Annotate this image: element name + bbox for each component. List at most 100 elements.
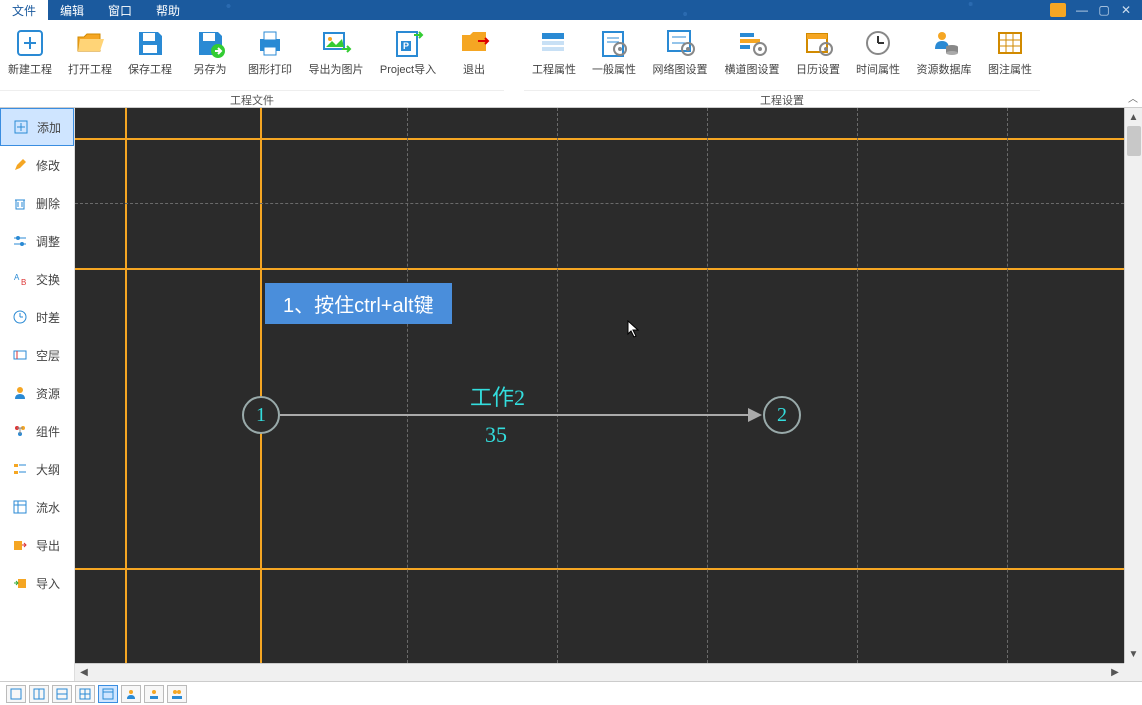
- side-modify-button[interactable]: 修改: [0, 146, 74, 184]
- side-flow-button[interactable]: 流水: [0, 488, 74, 526]
- view4-button[interactable]: [75, 685, 95, 703]
- network-settings-icon: [663, 26, 697, 60]
- canvas-wrap: 1 2 工作2 35 1、按住ctrl+alt键 ▲ ▼ ◀ ▶: [75, 108, 1142, 681]
- ribbon-group-label-settings: 工程设置: [524, 90, 1040, 109]
- clock-icon: [861, 26, 895, 60]
- node-1[interactable]: 1: [242, 396, 280, 434]
- view-resource2-button[interactable]: [144, 685, 164, 703]
- project-import-icon: P: [391, 26, 425, 60]
- side-toolbar: 添加 修改 删除 调整 AB交换 时差 空层 资源 组件 大纲 流水 导出 导入: [0, 108, 75, 681]
- export-image-icon: [319, 26, 353, 60]
- menu-tab-file[interactable]: 文件: [0, 0, 48, 21]
- save-as-icon: [193, 26, 227, 60]
- resource-db-button[interactable]: 资源数据库: [908, 20, 980, 90]
- person-icon: [12, 385, 28, 401]
- view2-button[interactable]: [29, 685, 49, 703]
- export-icon: [12, 537, 28, 553]
- gantt-settings-button[interactable]: 横道图设置: [716, 20, 788, 90]
- svg-text:B: B: [21, 278, 26, 286]
- side-add-button[interactable]: 添加: [0, 108, 74, 146]
- side-resource-button[interactable]: 资源: [0, 374, 74, 412]
- swap-icon: AB: [12, 271, 28, 287]
- scroll-up-icon[interactable]: ▲: [1125, 108, 1142, 126]
- save-project-button[interactable]: 保存工程: [120, 20, 180, 90]
- save-as-button[interactable]: 另存为: [180, 20, 240, 90]
- task-value-label: 35: [485, 422, 507, 448]
- side-import-button[interactable]: 导入: [0, 564, 74, 602]
- menu-bar: 文件 编辑 窗口 帮助 — ▢ ✕: [0, 0, 1142, 20]
- instruction-tooltip: 1、按住ctrl+alt键: [265, 283, 452, 324]
- component-icon: [12, 423, 28, 439]
- side-blank-button[interactable]: 空层: [0, 336, 74, 374]
- scroll-down-icon[interactable]: ▼: [1125, 645, 1142, 663]
- project-props-icon: [537, 26, 571, 60]
- view-resource3-button[interactable]: [167, 685, 187, 703]
- gantt-settings-icon: [735, 26, 769, 60]
- calendar-settings-icon: [801, 26, 835, 60]
- work-area: 添加 修改 删除 调整 AB交换 时差 空层 资源 组件 大纲 流水 导出 导入: [0, 108, 1142, 681]
- menu-tab-edit[interactable]: 编辑: [48, 0, 96, 21]
- scroll-corner: [1124, 663, 1142, 681]
- plus-icon: [13, 119, 29, 135]
- open-project-button[interactable]: 打开工程: [60, 20, 120, 90]
- print-icon: [253, 26, 287, 60]
- maximize-icon[interactable]: ▢: [1096, 2, 1112, 18]
- folder-open-icon: [73, 26, 107, 60]
- cursor-icon: [627, 320, 641, 338]
- side-adjust-button[interactable]: 调整: [0, 222, 74, 260]
- scroll-right-icon[interactable]: ▶: [1106, 664, 1124, 682]
- scroll-thumb[interactable]: [1127, 126, 1141, 156]
- minimize-icon[interactable]: —: [1074, 2, 1090, 18]
- general-props-button[interactable]: 一般属性: [584, 20, 644, 90]
- task-name-label: 工作2: [470, 380, 525, 412]
- project-props-button[interactable]: 工程属性: [524, 20, 584, 90]
- pencil-icon: [12, 157, 28, 173]
- save-icon: [133, 26, 167, 60]
- menu-tab-window[interactable]: 窗口: [96, 0, 144, 21]
- general-props-icon: [597, 26, 631, 60]
- side-timediff-button[interactable]: 时差: [0, 298, 74, 336]
- scroll-left-icon[interactable]: ◀: [75, 664, 93, 682]
- horizontal-scrollbar[interactable]: ◀ ▶: [75, 663, 1124, 681]
- import-icon: [12, 575, 28, 591]
- network-canvas[interactable]: 1 2 工作2 35 1、按住ctrl+alt键: [75, 108, 1124, 663]
- status-bar: [0, 681, 1142, 705]
- menu-tab-help[interactable]: 帮助: [144, 0, 192, 21]
- layer-icon: [12, 347, 28, 363]
- legend-props-icon: [993, 26, 1027, 60]
- export-image-button[interactable]: 导出为图片: [300, 20, 372, 90]
- svg-text:A: A: [14, 273, 20, 282]
- task-arrow[interactable]: [280, 414, 760, 416]
- side-swap-button[interactable]: AB交换: [0, 260, 74, 298]
- exit-icon: [457, 26, 491, 60]
- side-outline-button[interactable]: 大纲: [0, 450, 74, 488]
- svg-text:P: P: [403, 41, 409, 51]
- time-props-button[interactable]: 时间属性: [848, 20, 908, 90]
- new-project-button[interactable]: 新建工程: [0, 20, 60, 90]
- calendar-icon[interactable]: [1050, 3, 1066, 17]
- view1-button[interactable]: [6, 685, 26, 703]
- network-settings-button[interactable]: 网络图设置: [644, 20, 716, 90]
- exit-button[interactable]: 退出: [444, 20, 504, 90]
- side-export-button[interactable]: 导出: [0, 526, 74, 564]
- outline-icon: [12, 461, 28, 477]
- ribbon-group-label-file: 工程文件: [0, 90, 504, 109]
- side-delete-button[interactable]: 删除: [0, 184, 74, 222]
- ribbon: 新建工程 打开工程 保存工程 另存为 图形打印 导出为图片: [0, 20, 1142, 108]
- adjust-icon: [12, 233, 28, 249]
- project-import-button[interactable]: P Project导入: [372, 20, 444, 90]
- resource-db-icon: [927, 26, 961, 60]
- vertical-scrollbar[interactable]: ▲ ▼: [1124, 108, 1142, 663]
- clock-small-icon: [12, 309, 28, 325]
- side-component-button[interactable]: 组件: [0, 412, 74, 450]
- close-icon[interactable]: ✕: [1118, 2, 1134, 18]
- legend-props-button[interactable]: 图注属性: [980, 20, 1040, 90]
- ribbon-collapse-icon[interactable]: ︿: [1128, 90, 1138, 105]
- node-2[interactable]: 2: [763, 396, 801, 434]
- calendar-settings-button[interactable]: 日历设置: [788, 20, 848, 90]
- view5-button[interactable]: [98, 685, 118, 703]
- view-resource1-button[interactable]: [121, 685, 141, 703]
- print-button[interactable]: 图形打印: [240, 20, 300, 90]
- view3-button[interactable]: [52, 685, 72, 703]
- new-project-icon: [13, 26, 47, 60]
